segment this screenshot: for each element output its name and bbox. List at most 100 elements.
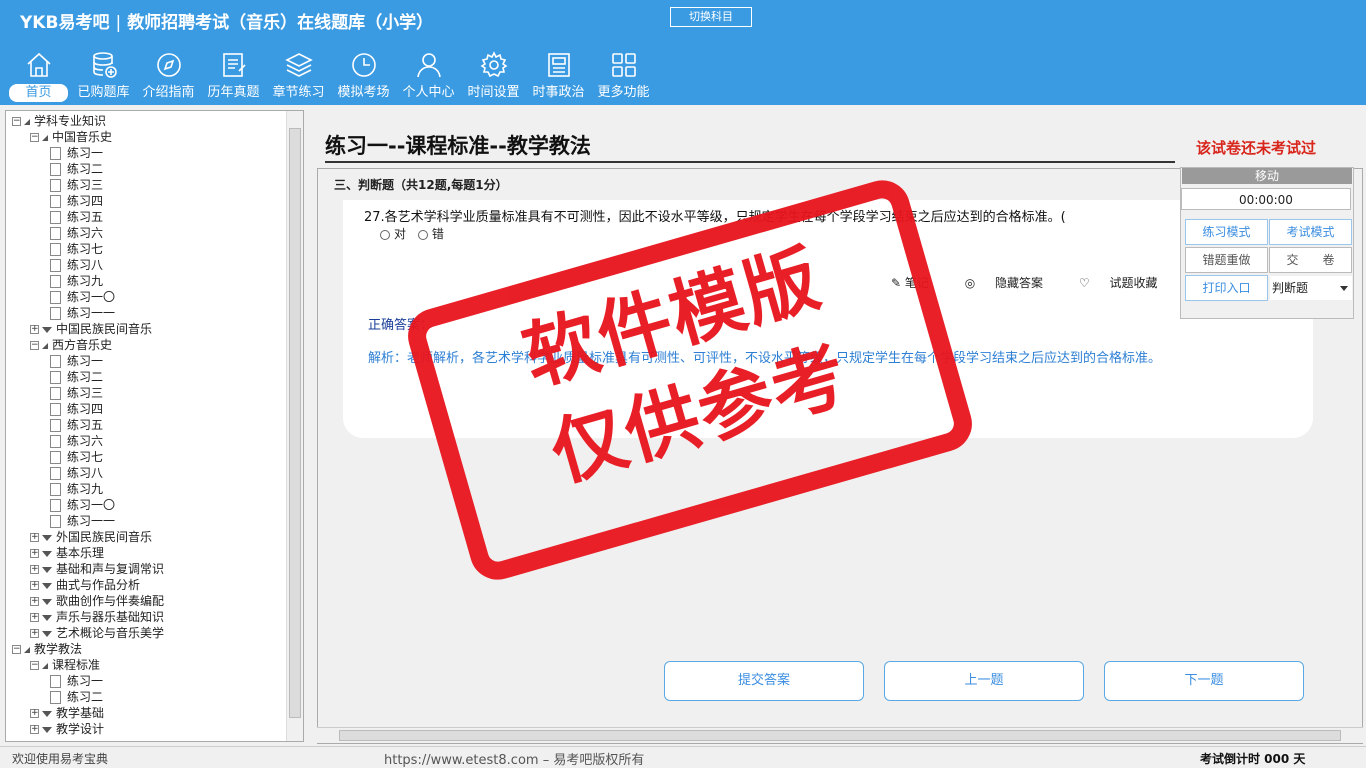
- expand-icon[interactable]: +: [30, 597, 39, 606]
- submit-answer-button[interactable]: 提交答案: [664, 661, 864, 701]
- timer-display: 00:00:00: [1181, 188, 1351, 210]
- radio-true[interactable]: [380, 229, 390, 240]
- tree-leaf[interactable]: 练习一: [50, 353, 103, 369]
- app-title: 教师招聘考试（音乐）在线题库（小学）: [127, 13, 434, 33]
- nav-chapter-practice[interactable]: 章节练习: [266, 46, 331, 104]
- collapse-icon[interactable]: −: [30, 661, 39, 670]
- nav-personal-center[interactable]: 个人中心: [396, 46, 461, 104]
- tree-node[interactable]: + 中国民族民间音乐: [30, 321, 152, 337]
- tree-scrollbar[interactable]: [286, 111, 303, 741]
- tree-node[interactable]: − 课程标准: [30, 657, 100, 673]
- next-question-button[interactable]: 下一题: [1104, 661, 1304, 701]
- tree-label: 西方音乐史: [52, 338, 113, 352]
- expand-icon[interactable]: +: [30, 709, 39, 718]
- tree-leaf[interactable]: 练习一: [50, 673, 103, 689]
- collapse-icon[interactable]: −: [30, 133, 39, 142]
- tree-leaf[interactable]: 练习八: [50, 465, 103, 481]
- expand-icon[interactable]: +: [30, 629, 39, 638]
- tree-leaf[interactable]: 练习七: [50, 241, 103, 257]
- nav-past-papers[interactable]: 历年真题: [201, 46, 266, 104]
- nav-home[interactable]: 首页: [6, 46, 71, 104]
- document-icon: [50, 483, 61, 496]
- nav-current-affairs[interactable]: 时事政治: [526, 46, 591, 104]
- tree-leaf[interactable]: 练习二: [50, 369, 103, 385]
- prev-question-button[interactable]: 上一题: [884, 661, 1084, 701]
- document-icon: [50, 307, 61, 320]
- tree-label: 练习二: [67, 162, 104, 176]
- tree-leaf[interactable]: 练习一一: [50, 513, 115, 529]
- node-arrow-icon: [42, 326, 52, 333]
- option-false[interactable]: 错: [417, 227, 444, 241]
- tree-leaf[interactable]: 练习一: [50, 145, 103, 161]
- tree-node[interactable]: + 基本乐理: [30, 545, 104, 561]
- node-arrow-icon: [42, 710, 52, 717]
- exam-mode-button[interactable]: 考试模式: [1269, 219, 1352, 245]
- hand-in-button[interactable]: 交 卷: [1269, 247, 1352, 273]
- tree-leaf[interactable]: 练习八: [50, 257, 103, 273]
- tree-leaf[interactable]: 练习一〇: [50, 289, 115, 305]
- tree-leaf[interactable]: 练习四: [50, 401, 103, 417]
- expand-icon[interactable]: +: [30, 565, 39, 574]
- tree-node[interactable]: + 艺术概论与音乐美学: [30, 625, 164, 641]
- nav-time-settings[interactable]: 时间设置: [461, 46, 526, 104]
- tree-node[interactable]: − 西方音乐史: [30, 337, 112, 353]
- move-handle[interactable]: 移动: [1182, 168, 1352, 184]
- question-type-select[interactable]: 判断题: [1270, 276, 1352, 300]
- tree-node[interactable]: + 基础和声与复调常识: [30, 561, 164, 577]
- collapse-icon[interactable]: −: [12, 117, 21, 126]
- print-button[interactable]: 打印入口: [1185, 275, 1268, 301]
- tree-leaf[interactable]: 练习五: [50, 417, 103, 433]
- node-arrow-icon: [42, 598, 52, 605]
- document-icon: [50, 499, 61, 512]
- expand-icon[interactable]: +: [30, 613, 39, 622]
- tree-label: 练习一〇: [67, 498, 116, 512]
- document-icon: [50, 467, 61, 480]
- tree-node[interactable]: − 学科专业知识: [12, 113, 106, 129]
- tree-leaf[interactable]: 练习九: [50, 273, 103, 289]
- favorite-button[interactable]: ♡ 试题收藏: [1079, 276, 1174, 290]
- tree-leaf[interactable]: 练习一〇: [50, 497, 115, 513]
- tree-node[interactable]: + 教学基础: [30, 705, 104, 721]
- hide-answer-button[interactable]: ◎ 隐藏答案: [965, 276, 1059, 290]
- switch-subject-button[interactable]: 切换科目: [670, 7, 752, 27]
- tree-node[interactable]: + 曲式与作品分析: [30, 577, 140, 593]
- expand-icon[interactable]: +: [30, 533, 39, 542]
- nav-more[interactable]: 更多功能: [591, 46, 656, 104]
- tree-leaf[interactable]: 练习二: [50, 689, 103, 705]
- collapse-icon[interactable]: −: [12, 645, 21, 654]
- tree-node[interactable]: + 教学设计: [30, 721, 104, 737]
- tree-node[interactable]: + 歌曲创作与伴奏编配: [30, 593, 164, 609]
- horizontal-scrollbar[interactable]: [317, 727, 1363, 743]
- gear-icon: [480, 51, 507, 78]
- nav-guide[interactable]: 介绍指南: [136, 46, 201, 104]
- tree-node[interactable]: + 外国民族民间音乐: [30, 529, 152, 545]
- expand-icon[interactable]: +: [30, 581, 39, 590]
- tree-leaf[interactable]: 练习五: [50, 209, 103, 225]
- tree-node[interactable]: − 中国音乐史: [30, 129, 112, 145]
- radio-false[interactable]: [417, 229, 428, 240]
- tree-leaf[interactable]: 练习六: [50, 225, 103, 241]
- tree-leaf[interactable]: 练习二: [50, 161, 103, 177]
- paper-title: 练习一--课程标准--教学教法: [325, 134, 591, 158]
- tree-leaf[interactable]: 练习三: [50, 177, 103, 193]
- tree-node[interactable]: + 声乐与器乐基础知识: [30, 609, 164, 625]
- nav-purchased[interactable]: 已购题库: [71, 46, 136, 104]
- tree-label: 教学教法: [34, 642, 83, 656]
- expand-icon[interactable]: +: [30, 325, 39, 334]
- tree-node[interactable]: − 教学教法: [12, 641, 82, 657]
- tree-leaf[interactable]: 练习六: [50, 433, 103, 449]
- tree-leaf[interactable]: 练习九: [50, 481, 103, 497]
- tree-label: 练习七: [67, 450, 104, 464]
- collapse-icon[interactable]: −: [30, 341, 39, 350]
- tree-leaf[interactable]: 练习一一: [50, 305, 115, 321]
- expand-icon[interactable]: +: [30, 549, 39, 558]
- expand-icon[interactable]: +: [30, 725, 39, 734]
- option-true[interactable]: 对: [380, 227, 406, 241]
- practice-mode-button[interactable]: 练习模式: [1185, 219, 1268, 245]
- tree-leaf[interactable]: 练习三: [50, 385, 103, 401]
- nav-mock-exam[interactable]: 模拟考场: [331, 46, 396, 104]
- tree-leaf[interactable]: 练习四: [50, 193, 103, 209]
- redo-wrong-button[interactable]: 错题重做: [1185, 247, 1268, 273]
- tree-label: 声乐与器乐基础知识: [56, 610, 165, 624]
- tree-leaf[interactable]: 练习七: [50, 449, 103, 465]
